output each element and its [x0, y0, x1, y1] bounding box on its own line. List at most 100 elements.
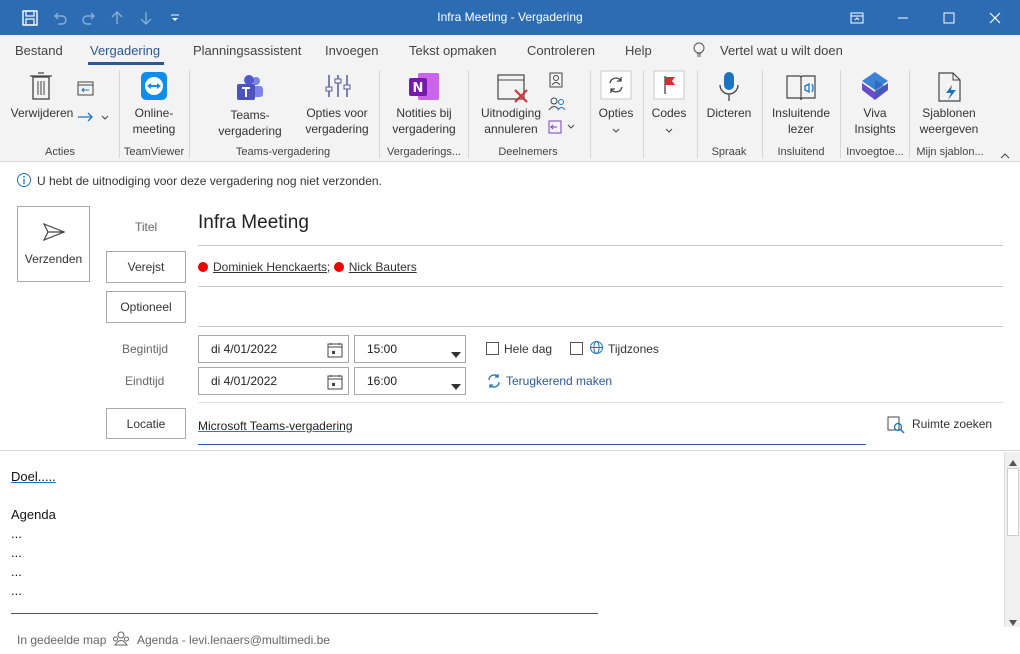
- viva-insights-label-2: Insights: [854, 122, 896, 136]
- chevron-down-icon[interactable]: [451, 347, 461, 361]
- body-line-goal: Doel.....: [11, 469, 56, 484]
- immersive-reader-button[interactable]: Insluitende lezer: [766, 105, 836, 137]
- tags-button[interactable]: Codes: [646, 105, 692, 121]
- optional-underline[interactable]: [198, 326, 1003, 327]
- address-book-icon[interactable]: [548, 72, 564, 91]
- tab-vergadering[interactable]: Vergadering: [90, 43, 160, 58]
- meeting-options-icon[interactable]: [324, 73, 352, 102]
- attendee[interactable]: Nick Bauters: [349, 260, 417, 274]
- tab-planningsassistent[interactable]: Planningsassistent: [193, 43, 301, 58]
- tab-invoegen[interactable]: Invoegen: [325, 43, 379, 58]
- title-label: Titel: [135, 220, 158, 234]
- response-options-icon[interactable]: [548, 119, 578, 138]
- room-finder-icon[interactable]: [887, 416, 905, 437]
- group-teamviewer: TeamViewer: [123, 146, 185, 158]
- view-templates-label-1: Sjablonen: [922, 106, 976, 120]
- start-date-field[interactable]: di 4/01/2022: [198, 335, 349, 363]
- info-bar: U hebt de uitnodiging voor deze vergader…: [0, 163, 1020, 197]
- onenote-icon[interactable]: N: [408, 72, 440, 105]
- title-input[interactable]: Infra Meeting: [198, 212, 309, 234]
- immersive-reader-icon[interactable]: [785, 72, 819, 105]
- microphone-icon[interactable]: [718, 71, 740, 106]
- ribbon-separator: [697, 70, 698, 158]
- check-names-icon[interactable]: [548, 96, 566, 115]
- close-icon[interactable]: [972, 0, 1018, 35]
- send-icon: [18, 221, 89, 246]
- collapse-ribbon-icon[interactable]: [1000, 149, 1010, 163]
- maximize-icon[interactable]: [926, 0, 972, 35]
- minimize-icon[interactable]: [880, 0, 926, 35]
- online-meeting-button[interactable]: Online- meeting: [124, 105, 184, 137]
- all-day-checkbox[interactable]: [486, 342, 499, 355]
- tab-tekst-opmaken[interactable]: Tekst opmaken: [409, 43, 496, 58]
- options-icon[interactable]: [600, 70, 632, 103]
- start-time-select[interactable]: 15:00: [354, 335, 466, 363]
- vertical-scrollbar[interactable]: [1004, 452, 1020, 627]
- status-bar: In gedeelde map Agenda - levi.lenaers@mu…: [0, 627, 1020, 654]
- timezones-checkbox[interactable]: [570, 342, 583, 355]
- end-date-value: di 4/01/2022: [211, 374, 278, 388]
- ribbon-separator: [643, 70, 644, 158]
- end-date-field[interactable]: di 4/01/2022: [198, 367, 349, 395]
- tags-flag-icon[interactable]: [653, 70, 685, 103]
- presence-dot: [198, 262, 208, 272]
- make-recurring-link[interactable]: Terugkerend maken: [506, 374, 612, 388]
- tab-controleren[interactable]: Controleren: [527, 43, 595, 58]
- tab-help[interactable]: Help: [625, 43, 652, 58]
- recurrence-icon[interactable]: [486, 373, 502, 392]
- options-button[interactable]: Opties: [594, 105, 638, 121]
- teams-icon[interactable]: [235, 73, 265, 106]
- viva-insights-label-1: Viva: [863, 106, 887, 120]
- optional-button[interactable]: Optioneel: [106, 291, 186, 323]
- delete-button[interactable]: Verwijderen: [10, 105, 74, 121]
- form-body-divider: [0, 450, 1020, 451]
- teams-meeting-label-1: Teams-: [230, 108, 270, 122]
- viva-insights-button[interactable]: Viva Insights: [844, 105, 906, 137]
- required-attendees[interactable]: Dominiek Henckaerts; Nick Bauters: [198, 260, 417, 274]
- teamviewer-icon[interactable]: [140, 71, 168, 104]
- timezones-label: Tijdzones: [608, 342, 659, 356]
- room-finder-button[interactable]: Ruimte zoeken: [912, 417, 992, 431]
- location-underline: [198, 444, 866, 445]
- end-time-select[interactable]: 16:00: [354, 367, 466, 395]
- view-templates-button[interactable]: Sjablonen weergeven: [914, 105, 984, 137]
- calendar-icon[interactable]: [327, 374, 343, 393]
- meeting-options-button[interactable]: Opties voor vergadering: [300, 105, 374, 137]
- chevron-down-icon[interactable]: [665, 123, 673, 137]
- ribbon-display-icon[interactable]: [834, 0, 880, 35]
- message-body[interactable]: Doel..... Agenda ... ... ... ...: [0, 452, 1004, 627]
- trash-icon[interactable]: [29, 71, 53, 104]
- teams-meeting-button[interactable]: Teams- vergadering: [212, 107, 288, 139]
- required-button[interactable]: Verejst: [106, 251, 186, 283]
- templates-icon[interactable]: [936, 71, 964, 106]
- online-meeting-label-2: meeting: [132, 122, 176, 136]
- all-day-label: Hele dag: [504, 342, 553, 356]
- scroll-thumb[interactable]: [1007, 468, 1019, 536]
- group-meeting-notes: Vergaderings...: [387, 146, 461, 158]
- tell-me-search[interactable]: Vertel wat u wilt doen: [720, 43, 843, 58]
- calendar-icon[interactable]: [327, 342, 343, 361]
- cancel-invitation-button[interactable]: Uitnodiging annuleren: [474, 105, 548, 137]
- cancel-invitation-icon[interactable]: [496, 72, 530, 107]
- view-templates-label-2: weergeven: [919, 122, 979, 136]
- meeting-notes-button[interactable]: Notities bij vergadering: [386, 105, 462, 137]
- ribbon-separator: [189, 70, 190, 158]
- send-button[interactable]: Verzenden: [17, 206, 90, 282]
- location-button[interactable]: Locatie: [106, 408, 186, 439]
- tab-bestand[interactable]: Bestand: [15, 43, 63, 58]
- location-input[interactable]: Microsoft Teams-vergadering: [198, 419, 353, 433]
- chevron-down-icon[interactable]: [451, 379, 461, 393]
- lightbulb-icon: [692, 42, 706, 62]
- svg-text:N: N: [413, 81, 424, 96]
- meeting-options-label-2: vergadering: [305, 122, 369, 136]
- required-underline: [198, 286, 1003, 287]
- meeting-options-label-1: Opties voor: [306, 106, 368, 120]
- viva-insights-icon[interactable]: [858, 70, 892, 107]
- forward-icon[interactable]: [77, 110, 111, 127]
- dictate-button[interactable]: Dicteren: [702, 105, 756, 121]
- chevron-down-icon[interactable]: [612, 123, 620, 137]
- attendee[interactable]: Dominiek Henckaerts: [213, 260, 327, 274]
- body-separator-line: [11, 613, 598, 614]
- calendar-arrow-icon[interactable]: [77, 80, 95, 99]
- online-meeting-label-1: Online-: [134, 106, 174, 120]
